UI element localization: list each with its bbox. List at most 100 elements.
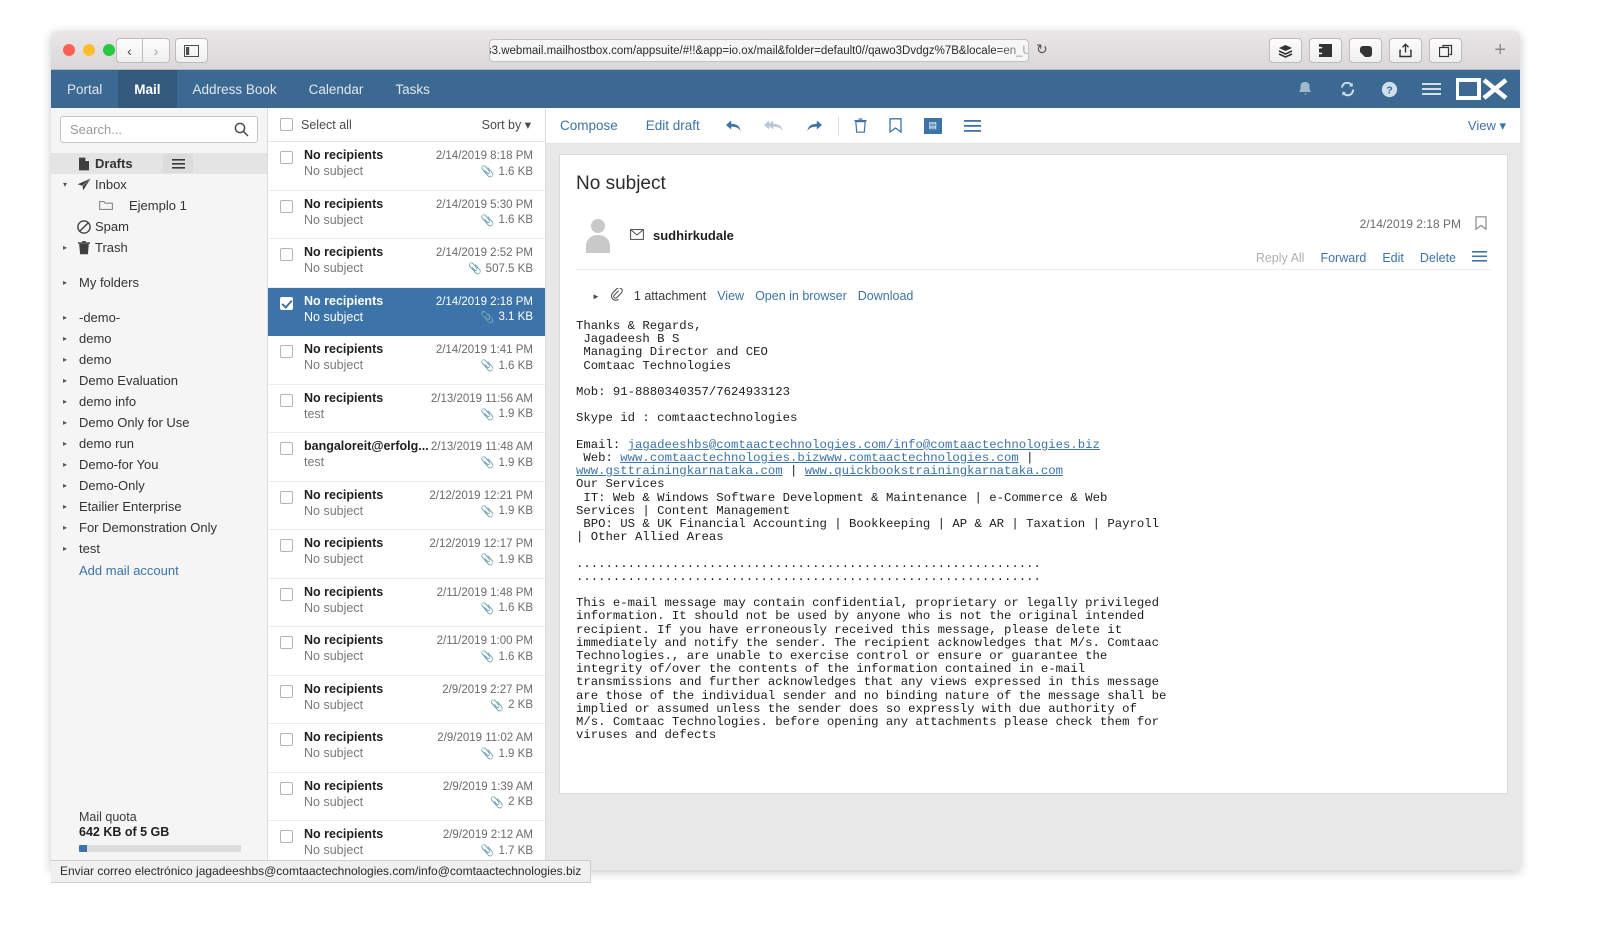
add-mail-account-button[interactable]: Add mail account: [51, 559, 267, 578]
mail-list-item[interactable]: No recipients2/11/2019 1:00 PMNo subject…: [268, 627, 545, 676]
folder-trash[interactable]: ▸ Trash: [51, 237, 267, 258]
mail-row-checkbox-wrap[interactable]: [280, 585, 293, 627]
back-button[interactable]: ‹: [116, 38, 143, 63]
expand-attachments-icon[interactable]: ►: [592, 292, 600, 301]
folder-account-0[interactable]: ▸-demo-: [51, 307, 267, 328]
mail-row-checkbox[interactable]: [280, 345, 293, 358]
folder-context-menu-icon[interactable]: [163, 154, 193, 173]
evernote-icon[interactable]: [1349, 38, 1382, 63]
folder-expander[interactable]: ▸: [57, 419, 73, 427]
search-input[interactable]: [61, 117, 257, 142]
bookmark-icon[interactable]: [878, 118, 913, 133]
layers-icon[interactable]: [1269, 38, 1302, 63]
mail-row-checkbox-wrap[interactable]: [280, 197, 293, 239]
mail-row-checkbox[interactable]: [280, 782, 293, 795]
folder-expander[interactable]: ▸: [57, 377, 73, 385]
folder-account-10[interactable]: ▸For Demonstration Only: [51, 517, 267, 538]
attachment-view-link[interactable]: View: [717, 289, 744, 303]
mail-list-item[interactable]: No recipients2/14/2019 5:30 PMNo subject…: [268, 191, 545, 240]
maximize-window-button[interactable]: [103, 44, 115, 56]
refresh-icon[interactable]: [1326, 70, 1368, 108]
folder-expander[interactable]: ▸: [57, 314, 73, 322]
archive-icon[interactable]: ▤: [913, 118, 953, 134]
mail-row-checkbox[interactable]: [280, 151, 293, 164]
delete-action[interactable]: Delete: [1420, 251, 1456, 265]
mail-row-checkbox[interactable]: [280, 442, 293, 455]
reload-icon[interactable]: ↻: [1036, 42, 1048, 56]
folder-account-11[interactable]: ▸test: [51, 538, 267, 559]
mail-row-checkbox[interactable]: [280, 491, 293, 504]
folder-expander[interactable]: ▸: [57, 398, 73, 406]
folder-expander[interactable]: ▸: [57, 244, 73, 252]
sidebar-toggle-icon[interactable]: [175, 38, 208, 63]
more-actions-icon[interactable]: [953, 120, 992, 132]
mail-row-checkbox-wrap[interactable]: [280, 730, 293, 772]
folder-expander[interactable]: ▸: [57, 440, 73, 448]
folder-account-6[interactable]: ▸demo run: [51, 433, 267, 454]
compose-button[interactable]: Compose: [546, 118, 632, 133]
folder-expander[interactable]: ▸: [57, 524, 73, 532]
mail-row-checkbox[interactable]: [280, 685, 293, 698]
mail-row-checkbox[interactable]: [280, 636, 293, 649]
select-all-checkbox[interactable]: [280, 118, 293, 131]
folder-spam[interactable]: Spam: [51, 216, 267, 237]
folder-inbox[interactable]: ▾ Inbox: [51, 174, 267, 195]
web-link-3[interactable]: www.quickbookstrainingkarnataka.com: [805, 464, 1063, 478]
web-link-1[interactable]: www.comtaactechnologies.bizwww.comtaacte…: [620, 451, 1018, 465]
folder-expander[interactable]: ▾: [57, 181, 73, 189]
web-link-2[interactable]: www.gsttrainingkarnataka.com: [576, 464, 783, 478]
mail-row-checkbox[interactable]: [280, 588, 293, 601]
notifications-bell-icon[interactable]: [1284, 70, 1326, 108]
app-menu-icon[interactable]: [1410, 70, 1452, 108]
app-tab-tasks[interactable]: Tasks: [379, 70, 446, 108]
mail-list-item[interactable]: bangaloreit@erfolg...2/13/2019 11:48 AMt…: [268, 433, 545, 482]
mail-row-checkbox-wrap[interactable]: [280, 682, 293, 724]
mail-row-checkbox-wrap[interactable]: [280, 148, 293, 190]
mail-more-menu-icon[interactable]: [1472, 251, 1487, 265]
select-all-control[interactable]: Select all: [280, 118, 352, 132]
mail-list-item[interactable]: No recipients2/9/2019 11:02 AMNo subject…: [268, 724, 545, 773]
folder-account-5[interactable]: ▸Demo Only for Use: [51, 412, 267, 433]
app-tab-address-book[interactable]: Address Book: [177, 70, 293, 108]
mail-list-item[interactable]: No recipients2/12/2019 12:21 PMNo subjec…: [268, 482, 545, 531]
mail-list-item[interactable]: No recipients2/14/2019 2:18 PMNo subject…: [268, 288, 545, 337]
folder-drafts[interactable]: Drafts: [51, 153, 267, 174]
folder-expander[interactable]: ▸: [57, 461, 73, 469]
app-tab-calendar[interactable]: Calendar: [293, 70, 380, 108]
attachment-download-link[interactable]: Download: [858, 289, 914, 303]
email-link[interactable]: jagadeeshbs@comtaactechnologies.com/info…: [628, 438, 1100, 452]
mail-list-item[interactable]: No recipients2/9/2019 1:39 AMNo subject📎…: [268, 773, 545, 822]
folder-my-folders[interactable]: ▸ My folders: [51, 272, 267, 293]
sort-by-dropdown[interactable]: Sort by ▾: [482, 117, 531, 132]
edit-draft-button[interactable]: Edit draft: [632, 118, 714, 133]
mail-list-item[interactable]: No recipients2/12/2019 12:17 PMNo subjec…: [268, 530, 545, 579]
mail-row-checkbox[interactable]: [280, 733, 293, 746]
mail-row-checkbox[interactable]: [280, 539, 293, 552]
mail-row-checkbox[interactable]: [280, 394, 293, 407]
mail-row-checkbox-wrap[interactable]: [280, 391, 293, 433]
folder-expander[interactable]: ▸: [57, 503, 73, 511]
mail-row-checkbox[interactable]: [280, 200, 293, 213]
search-box[interactable]: [60, 116, 258, 143]
folder-account-1[interactable]: ▸demo: [51, 328, 267, 349]
mail-row-checkbox-wrap[interactable]: [280, 294, 293, 336]
close-window-button[interactable]: [63, 44, 75, 56]
address-bar[interactable]: us3.webmail.mailhostbox.com/appsuite/#!!…: [489, 39, 1029, 62]
app-tab-mail[interactable]: Mail: [118, 70, 176, 108]
mail-list-item[interactable]: No recipients2/14/2019 1:41 PMNo subject…: [268, 336, 545, 385]
tabs-overview-icon[interactable]: [1429, 38, 1462, 63]
new-tab-button[interactable]: +: [1494, 40, 1506, 60]
folder-account-8[interactable]: ▸Demo-Only: [51, 475, 267, 496]
folder-account-7[interactable]: ▸Demo-for You: [51, 454, 267, 475]
reply-all-action[interactable]: Reply All: [1256, 251, 1305, 265]
edit-action[interactable]: Edit: [1382, 251, 1404, 265]
mail-row-checkbox-wrap[interactable]: [280, 342, 293, 384]
folder-expander[interactable]: ▸: [57, 356, 73, 364]
delete-icon[interactable]: [843, 118, 878, 133]
app-tab-portal[interactable]: Portal: [51, 70, 118, 108]
minimize-window-button[interactable]: [83, 44, 95, 56]
mail-list-item[interactable]: No recipients2/11/2019 1:48 PMNo subject…: [268, 579, 545, 628]
reply-all-icon[interactable]: [753, 119, 795, 133]
flag-icon[interactable]: [1475, 216, 1487, 235]
folder-account-2[interactable]: ▸demo: [51, 349, 267, 370]
